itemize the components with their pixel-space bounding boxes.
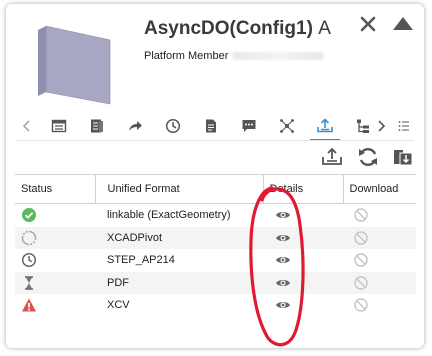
- table-row[interactable]: XCV: [15, 294, 416, 317]
- platform-member: Platform Member: [144, 50, 325, 62]
- chevron-right-icon[interactable]: [374, 115, 388, 137]
- status-cell: [15, 249, 95, 272]
- format-cell: linkable (ExactGeometry): [95, 203, 263, 227]
- details-cell: [263, 203, 343, 227]
- refresh-icon[interactable]: [355, 144, 381, 170]
- column-header-status[interactable]: Status: [15, 174, 96, 204]
- download-unavailable-icon[interactable]: [353, 207, 369, 223]
- export-icon[interactable]: [310, 115, 340, 141]
- format-cell: PDF: [95, 271, 263, 294]
- properties-icon[interactable]: [86, 115, 108, 137]
- download-cell: [343, 226, 416, 249]
- part-thumbnail: [38, 25, 111, 105]
- object-revision: A: [318, 18, 331, 39]
- download-unavailable-icon[interactable]: [353, 275, 369, 291]
- table-row[interactable]: PDF: [15, 271, 416, 294]
- download-all-icon[interactable]: [390, 144, 416, 170]
- in-progress-icon: [21, 230, 37, 246]
- table-row[interactable]: linkable (ExactGeometry): [15, 203, 416, 227]
- status-cell: [15, 226, 95, 249]
- object-name: AsyncDO(Config1): [144, 18, 313, 39]
- properties-panel: AsyncDO(Config1) A Platform Member Statu…: [6, 4, 424, 348]
- download-cell: [343, 249, 416, 272]
- queued-icon: [25, 276, 33, 290]
- member-name-redacted: [232, 52, 325, 61]
- comments-icon[interactable]: [238, 115, 260, 137]
- derived-formats-table: Status Unified Format Details Download l…: [15, 174, 416, 317]
- status-cell: [15, 203, 95, 227]
- collapse-triangle-icon[interactable]: [392, 16, 414, 32]
- status-cell: [15, 271, 95, 294]
- document-icon[interactable]: [200, 115, 222, 137]
- column-header-details[interactable]: Details: [263, 174, 344, 204]
- download-unavailable-icon[interactable]: [353, 230, 369, 246]
- download-cell: [343, 294, 416, 317]
- format-cell: XCADPivot: [95, 226, 263, 249]
- view-details-eye-icon[interactable]: [275, 207, 291, 223]
- table-header-row: Status Unified Format Details Download: [15, 174, 416, 204]
- tab-overflow-menu-icon[interactable]: [396, 115, 412, 137]
- view-details-eye-icon[interactable]: [275, 275, 291, 291]
- column-header-download[interactable]: Download: [343, 174, 416, 204]
- view-details-eye-icon[interactable]: [275, 230, 291, 246]
- download-unavailable-icon[interactable]: [353, 252, 369, 268]
- table-row[interactable]: XCADPivot: [15, 226, 416, 249]
- success-icon: [22, 208, 36, 223]
- object-title: AsyncDO(Config1) A: [144, 18, 331, 40]
- details-cell: [263, 271, 343, 294]
- relations-icon[interactable]: [276, 115, 298, 137]
- download-cell: [343, 271, 416, 294]
- format-cell: STEP_AP214: [95, 249, 263, 272]
- tab-bar-divider: [16, 140, 414, 141]
- format-cell: XCV: [95, 294, 263, 317]
- error-icon: [22, 298, 36, 312]
- status-cell: [15, 294, 95, 317]
- summary-icon[interactable]: [48, 115, 70, 137]
- download-unavailable-icon[interactable]: [353, 297, 369, 313]
- column-header-format[interactable]: Unified Format: [95, 174, 264, 204]
- chevron-left-icon[interactable]: [20, 115, 34, 137]
- generate-export-icon[interactable]: [319, 144, 345, 170]
- member-label: Platform Member: [144, 50, 229, 62]
- details-cell: [263, 294, 343, 317]
- download-cell: [343, 203, 416, 227]
- table-row[interactable]: STEP_AP214: [15, 249, 416, 272]
- details-cell: [263, 249, 343, 272]
- waiting-icon: [21, 253, 37, 268]
- details-cell: [263, 226, 343, 249]
- share-icon[interactable]: [124, 115, 146, 137]
- structure-icon[interactable]: [352, 115, 374, 137]
- view-details-eye-icon[interactable]: [275, 252, 291, 268]
- view-details-eye-icon[interactable]: [275, 297, 291, 313]
- close-icon[interactable]: [358, 14, 378, 34]
- history-icon[interactable]: [162, 115, 184, 137]
- tab-bar: [6, 110, 424, 141]
